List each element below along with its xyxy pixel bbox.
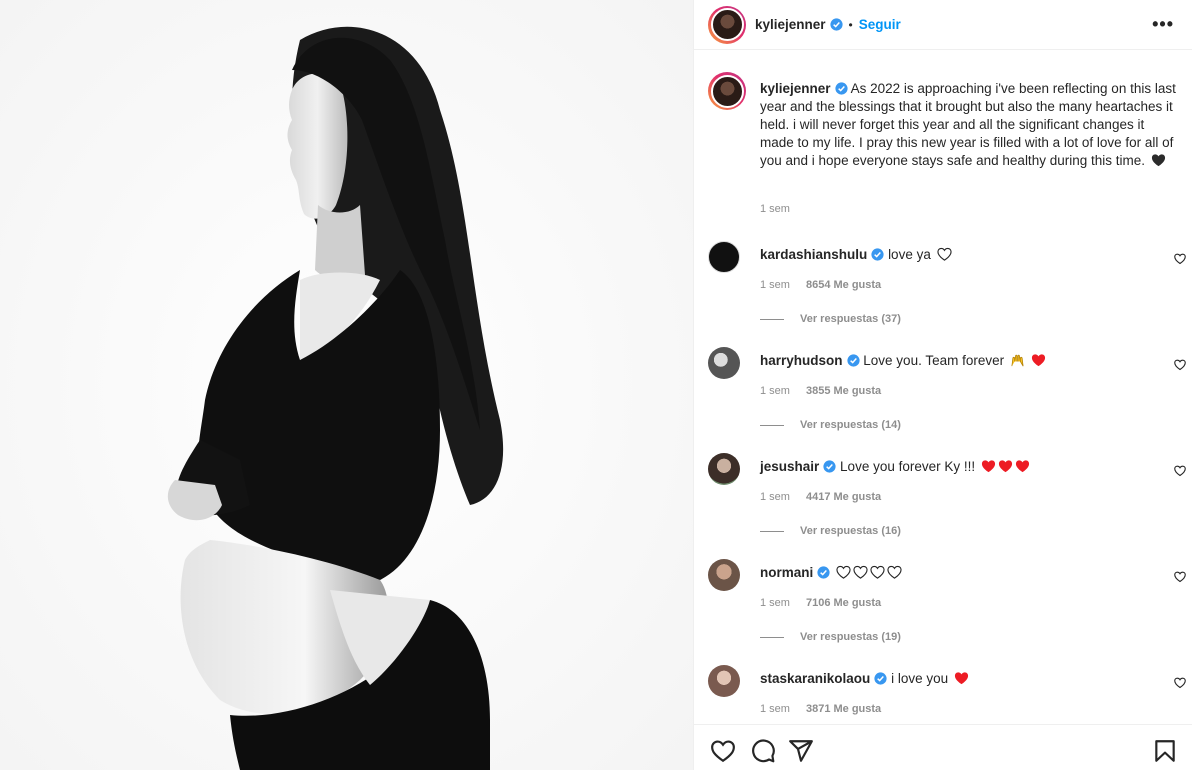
verified-badge-icon	[829, 18, 843, 31]
comment-avatar[interactable]	[708, 347, 740, 379]
red-heart-icon	[1015, 460, 1029, 473]
comment-item: jesushair Love you forever Ky !!! 1 sem 4…	[708, 453, 1192, 559]
comment-time[interactable]: 1 sem	[760, 491, 790, 503]
comment-item: normani 1 sem 7106 Me gusta Ver respuesta…	[708, 559, 1192, 665]
view-replies-link[interactable]: Ver respuestas (16)	[760, 525, 901, 537]
comment-text: Love you. Team forever	[863, 353, 1005, 368]
comment-username[interactable]: harryhudson	[760, 353, 843, 368]
photo-illustration	[0, 0, 693, 770]
comment-meta: 1 sem 7106 Me gusta	[760, 597, 881, 609]
view-replies-link[interactable]: Ver respuestas (19)	[760, 631, 901, 643]
red-heart-icon	[981, 460, 995, 473]
post-sidebar: kyliejenner • Seguir ••• kyliejenner As …	[694, 0, 1192, 770]
black-heart-icon	[1151, 154, 1165, 167]
comment-username[interactable]: staskaranikolaou	[760, 671, 870, 686]
share-icon[interactable]	[788, 738, 814, 764]
replies-label: Ver respuestas (14)	[800, 419, 901, 431]
comment-meta: 1 sem 8654 Me gusta	[760, 279, 881, 291]
comment-likes[interactable]: 7106 Me gusta	[806, 597, 881, 609]
comment-text: i love you	[891, 671, 949, 686]
replies-label: Ver respuestas (16)	[800, 525, 901, 537]
comment-time[interactable]: 1 sem	[760, 279, 790, 291]
white-heart-icon	[936, 247, 952, 261]
comment-text-line: jesushair Love you forever Ky !!!	[760, 459, 1030, 474]
comment-meta: 1 sem 3871 Me gusta	[760, 703, 881, 715]
separator-dot: •	[848, 17, 853, 32]
comment-text: love ya	[888, 247, 931, 262]
white-heart-icon	[870, 565, 885, 579]
replies-line	[760, 636, 784, 638]
replies-line	[760, 530, 784, 532]
like-comment-icon[interactable]	[1174, 677, 1186, 689]
save-icon[interactable]	[1152, 738, 1178, 764]
more-options-icon[interactable]: •••	[1152, 14, 1174, 35]
comment-time[interactable]: 1 sem	[760, 597, 790, 609]
post-caption: kyliejenner As 2022 is approaching i've …	[708, 51, 1178, 221]
comment-meta: 1 sem 3855 Me gusta	[760, 385, 881, 397]
instagram-post-view: kyliejenner • Seguir ••• kyliejenner As …	[0, 0, 1192, 770]
verified-badge-icon	[871, 248, 884, 261]
like-comment-icon[interactable]	[1174, 571, 1186, 583]
comment-text: Love you forever Ky !!!	[840, 459, 976, 474]
comment-avatar[interactable]	[708, 559, 740, 591]
raised-hands-icon	[1011, 354, 1024, 367]
comment-item: harryhudson Love you. Team forever 1 sem…	[708, 347, 1192, 453]
red-heart-icon	[998, 460, 1012, 473]
comment-text-line: staskaranikolaou i love you	[760, 671, 969, 686]
white-heart-icon	[887, 565, 902, 579]
comment-avatar[interactable]	[708, 241, 740, 273]
comment-username[interactable]: jesushair	[760, 459, 819, 474]
caption-avatar[interactable]	[708, 72, 746, 110]
caption-username[interactable]: kyliejenner	[760, 81, 831, 96]
replies-line	[760, 424, 784, 426]
verified-badge-icon	[846, 354, 860, 367]
comment-avatar[interactable]	[708, 453, 740, 485]
view-replies-link[interactable]: Ver respuestas (37)	[760, 313, 901, 325]
white-heart-icon	[836, 565, 851, 579]
post-photo[interactable]	[0, 0, 694, 770]
like-comment-icon[interactable]	[1174, 359, 1186, 371]
white-heart-icon	[853, 565, 868, 579]
comment-time[interactable]: 1 sem	[760, 703, 790, 715]
comment-text-line: normani	[760, 565, 902, 580]
comments-scroll-area[interactable]: kyliejenner As 2022 is approaching i've …	[694, 51, 1192, 723]
comment-avatar[interactable]	[708, 665, 740, 697]
verified-badge-icon	[874, 672, 887, 685]
comment-time[interactable]: 1 sem	[760, 385, 790, 397]
verified-badge-icon	[834, 82, 848, 95]
comment-username[interactable]: normani	[760, 565, 813, 580]
comment-meta: 1 sem 4417 Me gusta	[760, 491, 881, 503]
like-comment-icon[interactable]	[1174, 253, 1186, 265]
comment-item: kardashianshulu love ya 1 sem 8654 Me gus…	[708, 241, 1192, 347]
replies-label: Ver respuestas (19)	[800, 631, 901, 643]
caption-time[interactable]: 1 sem	[760, 203, 790, 215]
caption-text-block: kyliejenner As 2022 is approaching i've …	[760, 80, 1176, 170]
follow-button[interactable]: Seguir	[859, 17, 901, 32]
comment-likes[interactable]: 3855 Me gusta	[806, 385, 881, 397]
verified-badge-icon	[823, 460, 836, 473]
verified-badge-icon	[817, 566, 830, 579]
post-header: kyliejenner • Seguir •••	[694, 0, 1192, 50]
comment-username[interactable]: kardashianshulu	[760, 247, 867, 262]
comment-likes[interactable]: 4417 Me gusta	[806, 491, 881, 503]
post-action-bar	[694, 724, 1192, 770]
red-heart-icon	[954, 672, 968, 685]
author-avatar[interactable]	[708, 5, 746, 44]
comment-text-line: kardashianshulu love ya	[760, 247, 952, 262]
replies-label: Ver respuestas (37)	[800, 313, 901, 325]
like-comment-icon[interactable]	[1174, 465, 1186, 477]
view-replies-link[interactable]: Ver respuestas (14)	[760, 419, 901, 431]
comment-likes[interactable]: 8654 Me gusta	[806, 279, 881, 291]
author-username[interactable]: kyliejenner	[755, 17, 826, 32]
comment-item: staskaranikolaou i love you 1 sem 3871 Me…	[708, 665, 1192, 723]
comment-icon[interactable]	[750, 738, 776, 764]
comment-likes[interactable]: 3871 Me gusta	[806, 703, 881, 715]
like-icon[interactable]	[710, 738, 736, 764]
comment-text-line: harryhudson Love you. Team forever	[760, 353, 1046, 368]
red-heart-icon	[1031, 354, 1045, 367]
replies-line	[760, 318, 784, 320]
